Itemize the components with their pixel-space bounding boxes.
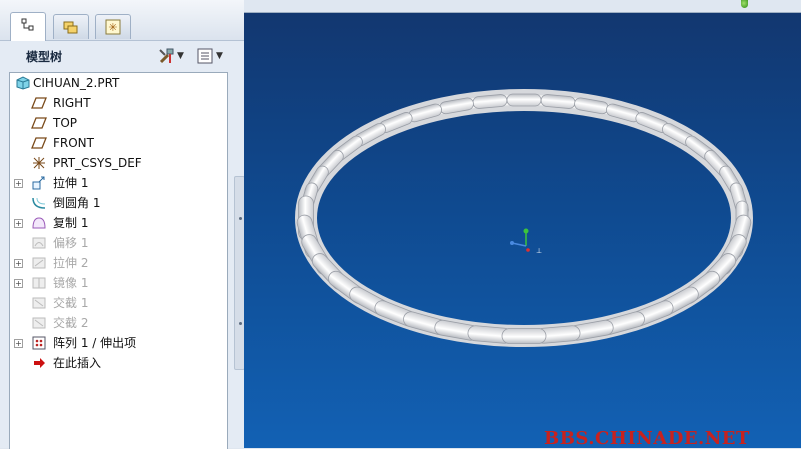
show-dropdown-button[interactable]: ▼ bbox=[196, 46, 223, 66]
tree-item-label: CIHUAN_2.PRT bbox=[33, 76, 120, 90]
folders-icon bbox=[63, 21, 78, 34]
model-tree-header: 模型树 ▼ ▼ bbox=[0, 41, 244, 71]
graphics-window[interactable]: ⊥ BBS.CHINADE.NET bbox=[244, 13, 801, 448]
svg-text:⊥: ⊥ bbox=[536, 247, 542, 255]
tree-item-label: 拉伸 1 bbox=[53, 176, 89, 190]
coil-loop bbox=[501, 328, 547, 344]
ring-coils bbox=[296, 93, 752, 344]
model-tree: CIHUAN_2.PRT RIGHT TOP FRONT PRT_CSYS_DE… bbox=[9, 72, 228, 449]
settings-dropdown-button[interactable]: ▼ bbox=[157, 46, 184, 66]
part-icon bbox=[16, 76, 30, 90]
intersect-icon bbox=[32, 297, 46, 309]
expand-toggle[interactable]: + bbox=[14, 259, 23, 268]
insert-here-arrow-icon bbox=[34, 358, 45, 368]
tree-item-label: FRONT bbox=[53, 136, 94, 150]
watermark-text: BBS.CHINADE.NET bbox=[544, 428, 750, 448]
tree-item-label: 倒圆角 1 bbox=[53, 196, 101, 210]
tree-item-label: PRT_CSYS_DEF bbox=[53, 156, 142, 170]
expand-toggle[interactable]: + bbox=[14, 219, 23, 228]
tree-item-label: 阵列 1 / 伸出项 bbox=[53, 336, 137, 350]
round-icon bbox=[32, 197, 46, 209]
extrude-icon bbox=[32, 257, 46, 269]
sash-grip-dot bbox=[239, 322, 242, 325]
navigator-tabbar: ✳ bbox=[0, 0, 244, 41]
navigator-panel: ✳ 模型树 ▼ ▼ CIHUAN_2.PRT RIGHT TOP FRONT P… bbox=[0, 0, 245, 449]
datum-plane-icon bbox=[31, 97, 47, 109]
offset-icon bbox=[32, 237, 46, 249]
tree-item-insert-here[interactable]: 在此插入 bbox=[10, 353, 225, 373]
star-icon: ✳ bbox=[105, 19, 121, 35]
favorites-tab[interactable]: ✳ bbox=[95, 14, 131, 39]
tree-item-top[interactable]: TOP bbox=[10, 113, 225, 133]
model-render: ⊥ bbox=[295, 89, 753, 347]
expand-toggle[interactable]: + bbox=[14, 179, 23, 188]
intersect-icon bbox=[32, 317, 46, 329]
tree-item-extrude-2[interactable]: + 拉伸 2 bbox=[10, 253, 225, 273]
tree-item-label: RIGHT bbox=[53, 96, 91, 110]
datum-plane-icon bbox=[31, 137, 47, 149]
tree-item-intersect-1[interactable]: 交截 1 bbox=[10, 293, 225, 313]
tree-item-label: 交截 1 bbox=[53, 296, 89, 310]
tree-item-copy-1[interactable]: + 复制 1 bbox=[10, 213, 225, 233]
tree-item-label: 拉伸 2 bbox=[53, 256, 89, 270]
tree-icon bbox=[21, 18, 34, 31]
extrude-icon bbox=[32, 176, 45, 190]
sash-grip-dot bbox=[239, 217, 242, 220]
coil-loop bbox=[472, 94, 508, 109]
mirror-icon bbox=[32, 277, 46, 289]
tree-item-label: 偏移 1 bbox=[53, 236, 89, 250]
svg-text:✳: ✳ bbox=[108, 21, 117, 34]
tree-item-csys[interactable]: PRT_CSYS_DEF bbox=[10, 153, 225, 173]
tree-item-right[interactable]: RIGHT bbox=[10, 93, 225, 113]
tree-item-label: 复制 1 bbox=[53, 216, 89, 230]
expand-toggle[interactable]: + bbox=[14, 339, 23, 348]
tree-item-pattern-1[interactable]: + 阵列 1 / 伸出项 bbox=[10, 333, 225, 353]
tree-item-offset-1[interactable]: 偏移 1 bbox=[10, 233, 225, 253]
tree-item-label: 交截 2 bbox=[53, 316, 89, 330]
csys-icon bbox=[33, 157, 45, 169]
tree-item-extrude-1[interactable]: + 拉伸 1 bbox=[10, 173, 225, 193]
list-icon bbox=[197, 48, 213, 64]
folder-browser-tab[interactable] bbox=[53, 14, 89, 39]
datum-plane-icon bbox=[31, 117, 47, 129]
expand-toggle[interactable]: + bbox=[14, 279, 23, 288]
tree-item-label: 镜像 1 bbox=[53, 276, 89, 290]
tools-icon bbox=[159, 48, 174, 64]
tree-item-round-1[interactable]: 倒圆角 1 bbox=[10, 193, 225, 213]
tree-item-mirror-1[interactable]: + 镜像 1 bbox=[10, 273, 225, 293]
chevron-down-icon: ▼ bbox=[216, 51, 223, 61]
tree-item-root[interactable]: CIHUAN_2.PRT bbox=[10, 73, 225, 93]
tree-item-label: TOP bbox=[53, 116, 78, 130]
chevron-down-icon: ▼ bbox=[177, 51, 184, 61]
toolbar-strip bbox=[244, 0, 801, 13]
model-tree-title: 模型树 bbox=[26, 50, 63, 64]
tree-item-label: 在此插入 bbox=[53, 356, 102, 370]
status-light-icon bbox=[741, 0, 748, 8]
copy-icon bbox=[32, 217, 46, 229]
model-tree-tab[interactable] bbox=[10, 12, 46, 41]
tree-item-front[interactable]: FRONT bbox=[10, 133, 225, 153]
tree-item-intersect-2[interactable]: 交截 2 bbox=[10, 313, 225, 333]
coil-loop bbox=[506, 93, 542, 107]
coil-loop bbox=[540, 94, 576, 109]
pattern-icon bbox=[32, 336, 46, 350]
csys-triad: ⊥ bbox=[510, 228, 542, 255]
